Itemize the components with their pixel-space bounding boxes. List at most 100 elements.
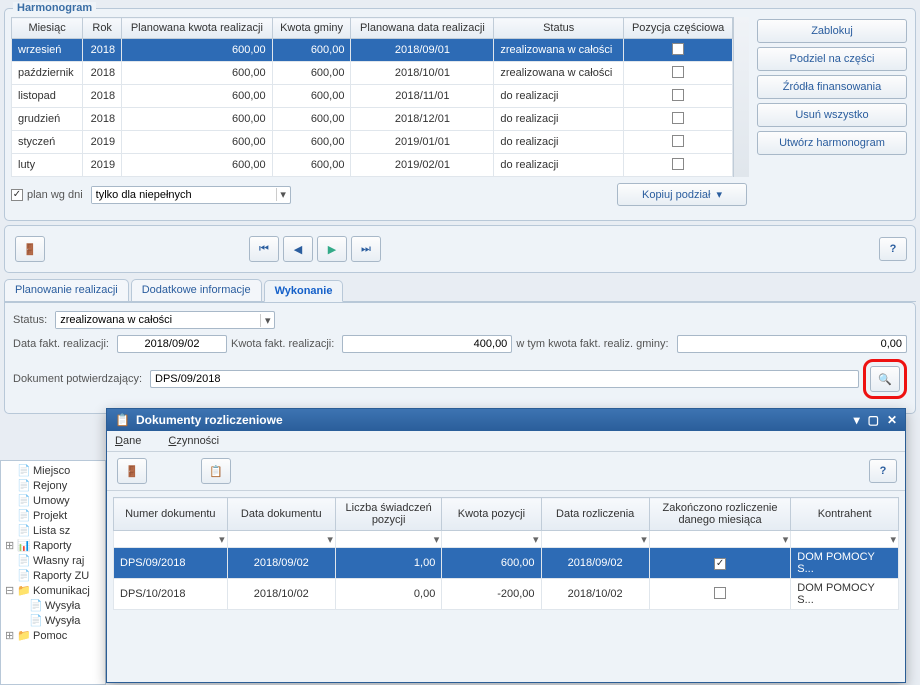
dokumenty-grid[interactable]: Numer dokumentuData dokumentuLiczba świa… xyxy=(113,497,899,610)
dlg-col-header[interactable]: Kontrahent xyxy=(791,498,899,531)
zablokuj-button[interactable]: Zablokuj xyxy=(757,19,907,43)
plan-wg-dni-combo[interactable]: ▾ xyxy=(91,186,291,204)
harm-col-header[interactable]: Pozycja częściowa xyxy=(623,18,732,39)
filter-dropdown-icon[interactable]: ▾ xyxy=(219,533,225,546)
chevron-down-icon[interactable]: ▾ xyxy=(260,314,274,327)
table-row[interactable]: grudzień2018600,00600,002018/12/01do rea… xyxy=(12,108,733,131)
status-combo[interactable]: ▾ xyxy=(55,311,275,329)
partial-checkbox[interactable] xyxy=(672,135,684,147)
table-row[interactable]: wrzesień2018600,00600,002018/09/01zreali… xyxy=(12,39,733,62)
dlg-col-header[interactable]: Data dokumentu xyxy=(227,498,335,531)
last-button[interactable]: ⏭ xyxy=(351,236,381,262)
filter-dropdown-icon[interactable]: ▾ xyxy=(890,533,896,546)
tree-item[interactable]: ⊞📁Pomoc xyxy=(3,628,103,643)
harm-col-header[interactable]: Status xyxy=(494,18,624,39)
dokument-input[interactable] xyxy=(150,370,859,388)
zrodla-button[interactable]: Źródła finansowania xyxy=(757,75,907,99)
tree-expand-icon[interactable]: ⊞ xyxy=(5,539,17,552)
filter-input[interactable] xyxy=(228,531,335,547)
dlg-col-header[interactable]: Numer dokumentu xyxy=(114,498,228,531)
w-tym-input[interactable] xyxy=(677,335,907,353)
nav-tree[interactable]: 📄Miejsco📄Rejony📄Umowy📄Projekt📄Lista sz⊞📊… xyxy=(0,460,106,685)
filter-dropdown-icon[interactable]: ▾ xyxy=(327,533,333,546)
table-row[interactable]: listopad2018600,00600,002018/11/01do rea… xyxy=(12,85,733,108)
harm-col-header[interactable]: Planowana kwota realizacji xyxy=(122,18,273,39)
dlg-col-header[interactable]: Liczba świadczeń pozycji xyxy=(335,498,441,531)
harm-col-header[interactable]: Kwota gminy xyxy=(272,18,351,39)
table-row[interactable]: październik2018600,00600,002018/10/01zre… xyxy=(12,62,733,85)
utworz-button[interactable]: Utwórz harmonogram xyxy=(757,131,907,155)
next-button[interactable]: ▶ xyxy=(317,236,347,262)
kwota-fakt-label: Kwota fakt. realizacji: xyxy=(231,338,334,350)
zakonczono-checkbox[interactable] xyxy=(714,558,726,570)
tree-item[interactable]: ⊟📁Komunikacj xyxy=(3,583,103,598)
tree-item[interactable]: 📄Własny raj xyxy=(3,553,103,568)
tree-item[interactable]: 📄Lista sz xyxy=(3,523,103,538)
usun-wszystko-button[interactable]: Usuń wszystko xyxy=(757,103,907,127)
filter-input[interactable] xyxy=(542,531,649,547)
kwota-fakt-input[interactable] xyxy=(342,335,512,353)
table-row[interactable]: DPS/10/20182018/10/020,00-200,002018/10/… xyxy=(114,579,899,610)
tree-item[interactable]: 📄Raporty ZU xyxy=(3,568,103,583)
partial-checkbox[interactable] xyxy=(672,89,684,101)
filter-input[interactable] xyxy=(650,531,790,547)
table-row[interactable]: DPS/09/20182018/09/021,00600,002018/09/0… xyxy=(114,548,899,579)
prev-button[interactable]: ◀ xyxy=(283,236,313,262)
filter-dropdown-icon[interactable]: ▾ xyxy=(434,533,440,546)
harm-col-header[interactable]: Planowana data realizacji xyxy=(351,18,494,39)
plan-wg-dni-checkbox[interactable] xyxy=(11,189,23,201)
tree-item[interactable]: 📄Rejony xyxy=(3,478,103,493)
tab-planowanie[interactable]: Planowanie realizacji xyxy=(4,279,129,301)
table-row[interactable]: luty2019600,00600,002019/02/01do realiza… xyxy=(12,154,733,177)
lookup-button[interactable]: 🔍 xyxy=(870,366,900,392)
kopiuj-podzial-button[interactable]: Kopiuj podział ▾ xyxy=(617,183,747,206)
filter-input[interactable] xyxy=(114,531,227,547)
chevron-down-icon[interactable]: ▾ xyxy=(276,188,290,201)
maximize-button[interactable]: ▢ xyxy=(868,413,879,427)
partial-checkbox[interactable] xyxy=(672,43,684,55)
table-row[interactable]: styczeń2019600,00600,002019/01/01do real… xyxy=(12,131,733,154)
dlg-col-header[interactable]: Zakończono rozliczenie danego miesiąca xyxy=(649,498,790,531)
filter-input[interactable] xyxy=(791,531,898,547)
tree-expand-icon[interactable]: ⊞ xyxy=(5,629,17,642)
zakonczono-checkbox[interactable] xyxy=(714,587,726,599)
tab-wykonanie[interactable]: Wykonanie xyxy=(264,280,344,302)
tree-item[interactable]: 📄Miejsco xyxy=(3,463,103,478)
menu-dane[interactable]: Dane xyxy=(115,435,153,447)
wykonanie-panel: Status: ▾ Data fakt. realizacji: Kwota f… xyxy=(4,302,916,414)
harm-col-header[interactable]: Rok xyxy=(83,18,122,39)
tree-expand-icon[interactable]: ⊟ xyxy=(5,584,17,597)
harmonogram-title: Harmonogram xyxy=(13,2,96,14)
last-icon: ⏭ xyxy=(361,243,371,256)
data-fakt-input[interactable] xyxy=(117,335,227,353)
tree-item[interactable]: 📄Wysyła xyxy=(3,598,103,613)
tab-dodatkowe[interactable]: Dodatkowe informacje xyxy=(131,279,262,301)
close-button[interactable]: ✕ xyxy=(887,413,897,427)
partial-checkbox[interactable] xyxy=(672,112,684,124)
tree-item[interactable]: 📄Projekt xyxy=(3,508,103,523)
filter-dropdown-icon[interactable]: ▾ xyxy=(641,533,647,546)
dialog-paste-button[interactable]: 📋 xyxy=(201,458,231,484)
tree-item[interactable]: 📄Wysyła xyxy=(3,613,103,628)
partial-checkbox[interactable] xyxy=(672,66,684,78)
podziel-button[interactable]: Podziel na części xyxy=(757,47,907,71)
dialog-help-button[interactable]: ? xyxy=(869,459,897,483)
minimize-button[interactable]: ▾ xyxy=(854,413,860,427)
dlg-col-header[interactable]: Data rozliczenia xyxy=(541,498,649,531)
dialog-exit-button[interactable]: 🚪 xyxy=(117,458,147,484)
harmonogram-grid[interactable]: MiesiącRokPlanowana kwota realizacjiKwot… xyxy=(11,17,733,177)
filter-input[interactable] xyxy=(336,531,441,547)
help-button[interactable]: ? xyxy=(879,237,907,261)
dlg-col-header[interactable]: Kwota pozycji xyxy=(442,498,541,531)
filter-input[interactable] xyxy=(442,531,540,547)
first-button[interactable]: ⏮ xyxy=(249,236,279,262)
tree-item[interactable]: ⊞📊Raporty xyxy=(3,538,103,553)
tree-item[interactable]: 📄Umowy xyxy=(3,493,103,508)
harmonogram-scrollbar[interactable] xyxy=(733,17,749,177)
harm-col-header[interactable]: Miesiąc xyxy=(12,18,83,39)
menu-czynnosci[interactable]: Czynności xyxy=(168,435,231,447)
exit-button[interactable]: 🚪 xyxy=(15,236,45,262)
filter-dropdown-icon[interactable]: ▾ xyxy=(533,533,539,546)
partial-checkbox[interactable] xyxy=(672,158,684,170)
filter-dropdown-icon[interactable]: ▾ xyxy=(783,533,789,546)
